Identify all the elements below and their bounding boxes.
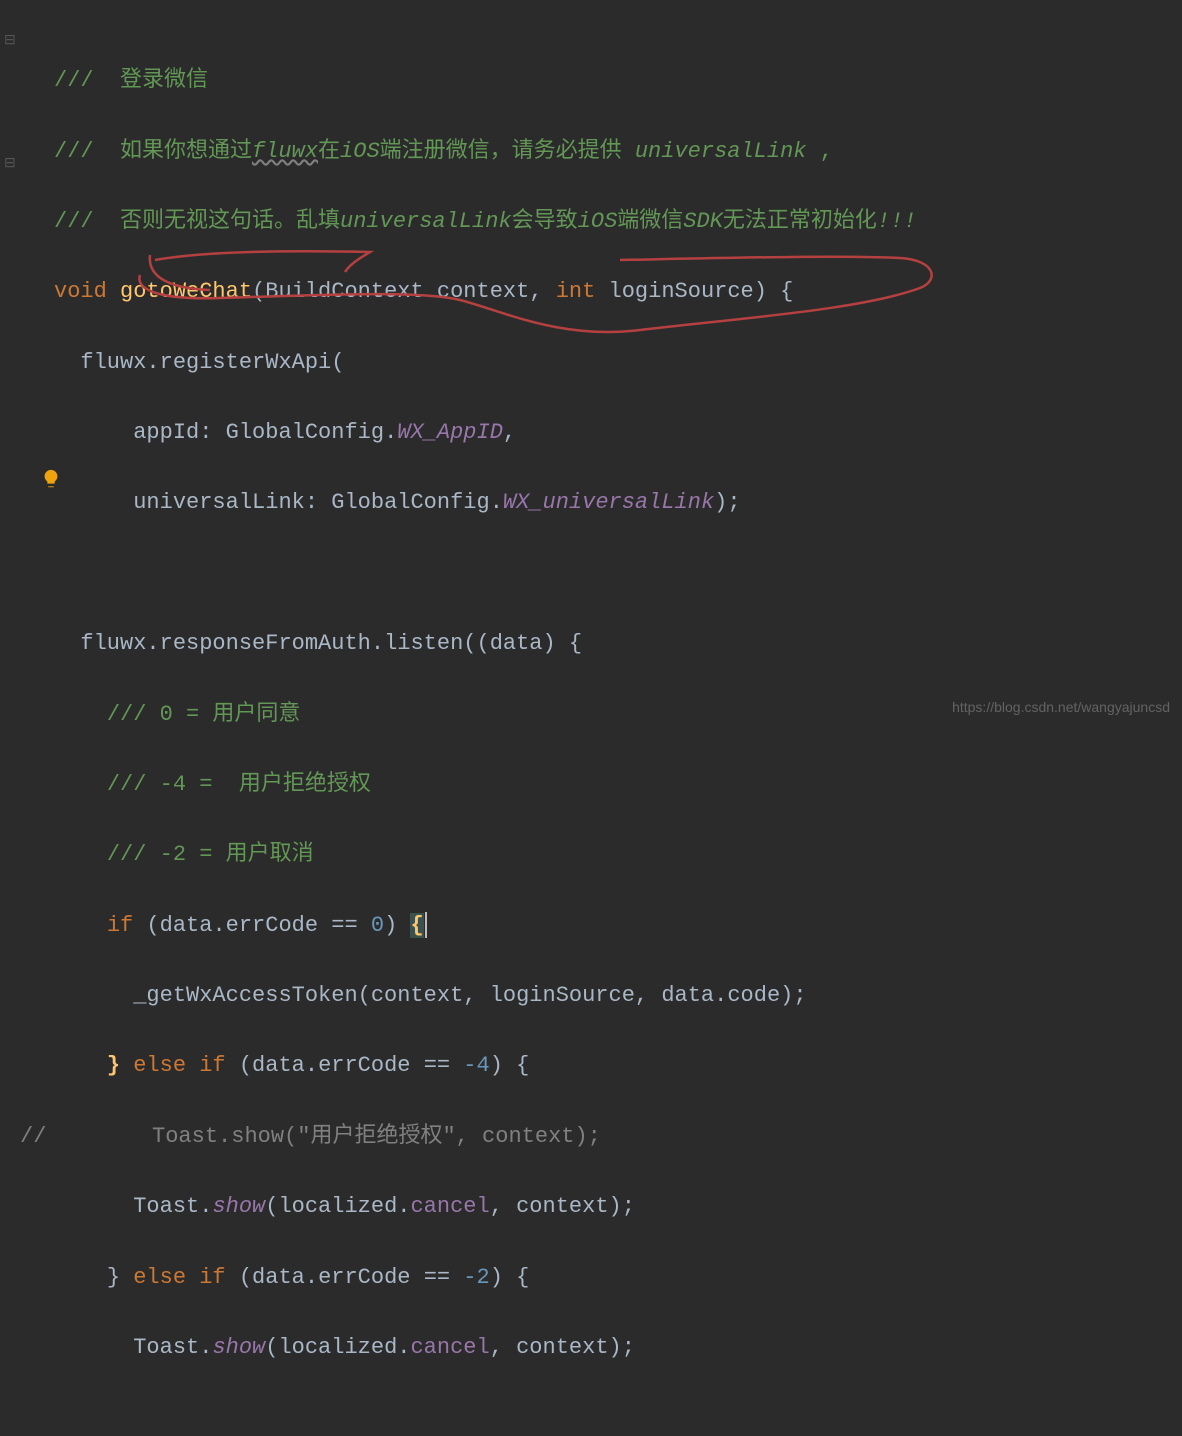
matched-brace: { [410,913,423,938]
static-member: WX_AppID [397,420,503,445]
named-param: appId [133,420,199,445]
watermark-text: https://blog.csdn.net/wangyajuncsd [952,696,1170,718]
code-area[interactable]: /// 登录微信 /// 如果你想通过fluwx在iOS端注册微信，请务必提供 … [0,28,1182,1436]
identifier: fluwx [80,350,146,375]
line-comment-prefix: // [20,1124,46,1149]
doc-ref: fluwx [252,139,318,164]
doc-comment: /// -4 = 用户拒绝授权 [107,772,371,797]
doc-comment: /// 否则无视这句话。乱填 [54,209,340,234]
doc-comment: /// 0 = 用户同意 [107,702,301,727]
matched-brace: } [107,1053,120,1078]
named-param: universalLink [133,490,305,515]
function-name: gotoWeChat [120,279,252,304]
static-member: WX_universalLink [503,490,714,515]
doc-comment: /// 登录微信 [54,68,208,93]
doc-comment: /// -2 = 用户取消 [107,842,314,867]
text-caret [425,912,427,938]
keyword-void: void [54,279,107,304]
commented-code: Toast.show("用户拒绝授权", context); [46,1124,600,1149]
function-call: _getWxAccessToken [133,983,357,1008]
keyword-if: if [107,913,133,938]
doc-comment: /// 如果你想通过 [54,139,252,164]
